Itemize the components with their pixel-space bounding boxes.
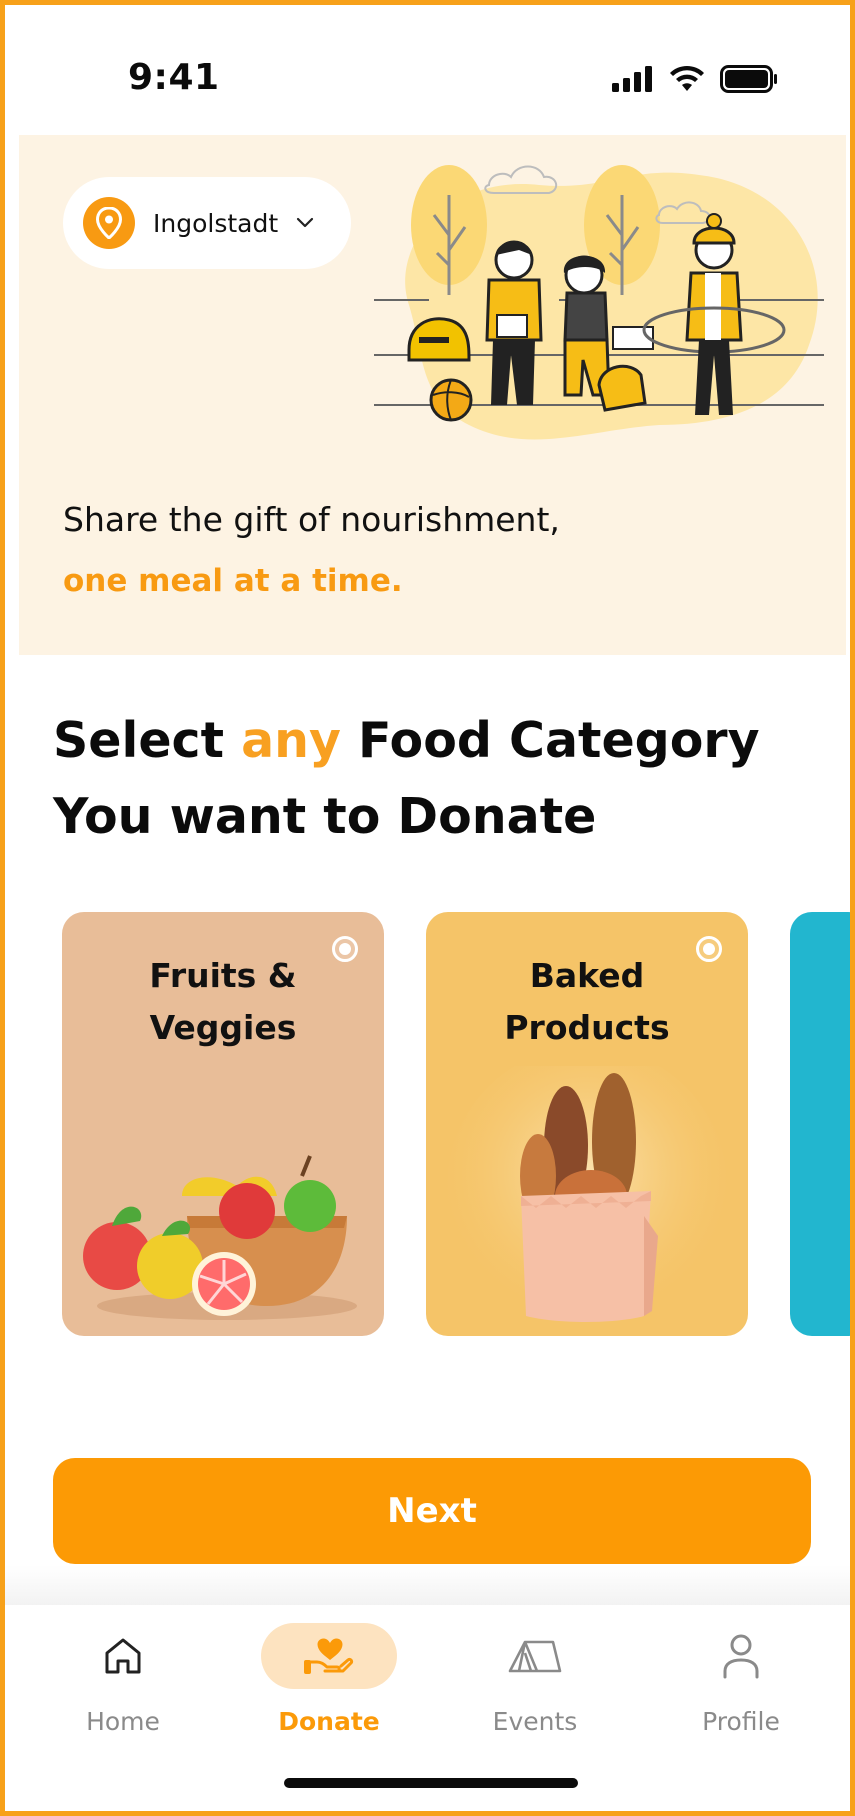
location-selector[interactable]: Ingolstadt: [63, 177, 351, 269]
category-title: Fruits & Veggies: [149, 956, 297, 1047]
battery-icon: [720, 65, 777, 93]
category-radio[interactable]: [332, 936, 358, 962]
title-accent: any: [241, 712, 341, 769]
status-bar: 9:41: [5, 5, 850, 135]
category-card-fruits-veggies[interactable]: Fruits & Veggies: [62, 912, 384, 1336]
hero-tagline-accent: one meal at a time.: [63, 563, 403, 599]
chevron-down-icon: [297, 217, 314, 228]
bottom-nav: Home Donate Events Profile: [5, 1605, 850, 1811]
cellular-signal-icon: [612, 66, 652, 92]
home-icon: [105, 1638, 141, 1674]
title-line2: You want to Donate: [53, 788, 597, 845]
bread-bag-image: [447, 1066, 727, 1326]
title-part2: Food Category: [340, 712, 760, 769]
fruits-basket-image: [83, 1155, 357, 1320]
nav-label-donate: Donate: [278, 1707, 380, 1736]
category-title: Baked Products: [504, 956, 670, 1047]
donate-hand-heart-icon: [304, 1638, 354, 1674]
category-card-baked-products[interactable]: Baked Products: [426, 912, 748, 1336]
app-frame: 9:41 Ingolstadt Share the gift of nouris…: [0, 0, 855, 1816]
next-button[interactable]: Next: [53, 1458, 811, 1564]
kids-sharing-food-illustration: [374, 165, 824, 440]
location-pin-icon: [83, 197, 135, 249]
status-icons: [612, 65, 778, 93]
home-indicator: [284, 1778, 578, 1788]
tent-icon: [508, 1640, 562, 1673]
nav-item-events[interactable]: Events: [450, 1623, 620, 1736]
nav-label-profile: Profile: [702, 1707, 780, 1736]
hero-tagline: Share the gift of nourishment,: [63, 500, 560, 539]
nav-label-home: Home: [86, 1707, 160, 1736]
nav-label-events: Events: [492, 1707, 578, 1736]
nav-shadow: [5, 1565, 850, 1607]
title-part1: Select: [53, 712, 242, 769]
nav-item-donate[interactable]: Donate: [244, 1623, 414, 1736]
status-time: 9:41: [128, 57, 220, 98]
person-icon: [723, 1634, 759, 1679]
wifi-icon: [670, 65, 704, 91]
location-city: Ingolstadt: [153, 208, 279, 238]
nav-item-profile[interactable]: Profile: [656, 1623, 826, 1736]
hero-banner: Ingolstadt Share the gift of nourishment…: [19, 135, 846, 655]
page-title: Select any Food Category You want to Don…: [53, 703, 833, 855]
category-card-partial[interactable]: [790, 912, 850, 1336]
nav-item-home[interactable]: Home: [38, 1623, 208, 1736]
category-radio[interactable]: [696, 936, 722, 962]
